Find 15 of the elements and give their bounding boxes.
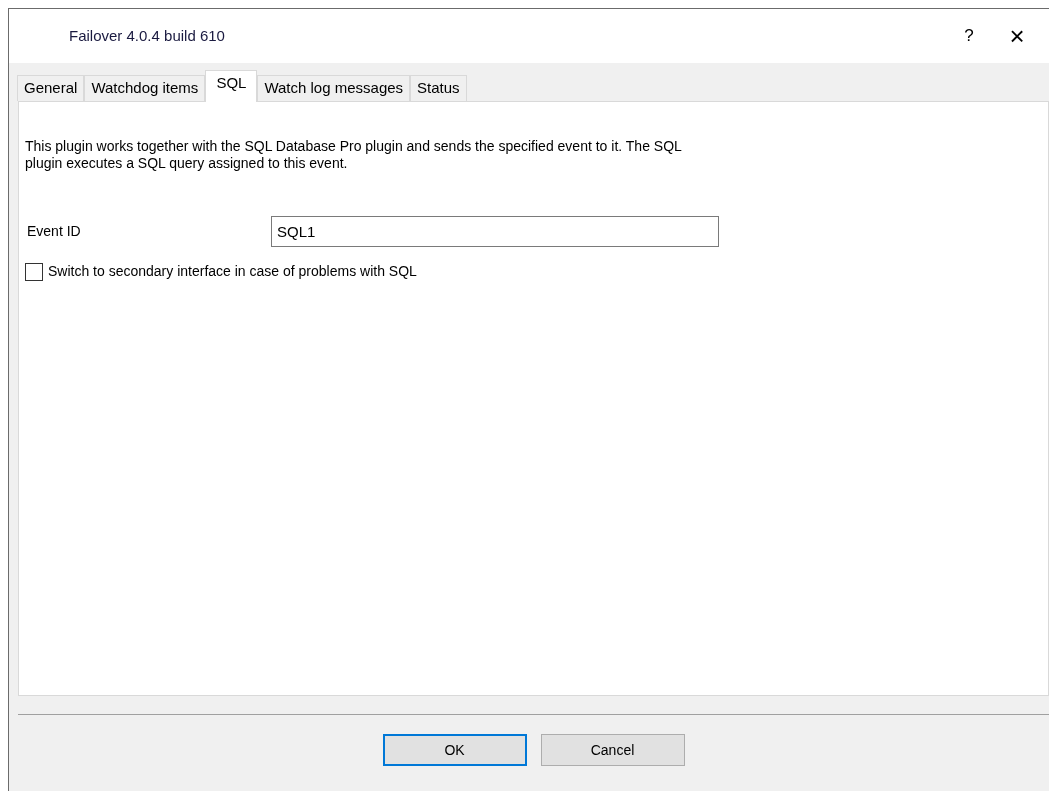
tab[interactable]: Watch log messages: [257, 75, 411, 101]
dialog-button[interactable]: Cancel: [540, 734, 685, 766]
window-title: Failover 4.0.4 build 610: [69, 25, 225, 46]
close-button[interactable]: ×: [989, 16, 1045, 56]
help-button[interactable]: ?: [949, 16, 989, 56]
tab[interactable]: SQL: [205, 70, 258, 102]
tab[interactable]: Status: [410, 75, 467, 101]
checkbox-label: Switch to secondary interface in case of problems with SQL: [48, 262, 417, 281]
tab[interactable]: Watchdog items: [84, 75, 206, 101]
event-id-field[interactable]: SQL1: [271, 216, 719, 247]
checkbox[interactable]: [25, 262, 43, 281]
tab[interactable]: General: [17, 75, 85, 101]
field-label: Event ID: [27, 222, 82, 241]
description-text: This plugin works together with the SQL Database Pro plugin and sends the specified event to it. The SQL plugin executes a SQL query assigned to this event.: [25, 138, 683, 172]
dialog-button[interactable]: OK: [382, 734, 527, 766]
